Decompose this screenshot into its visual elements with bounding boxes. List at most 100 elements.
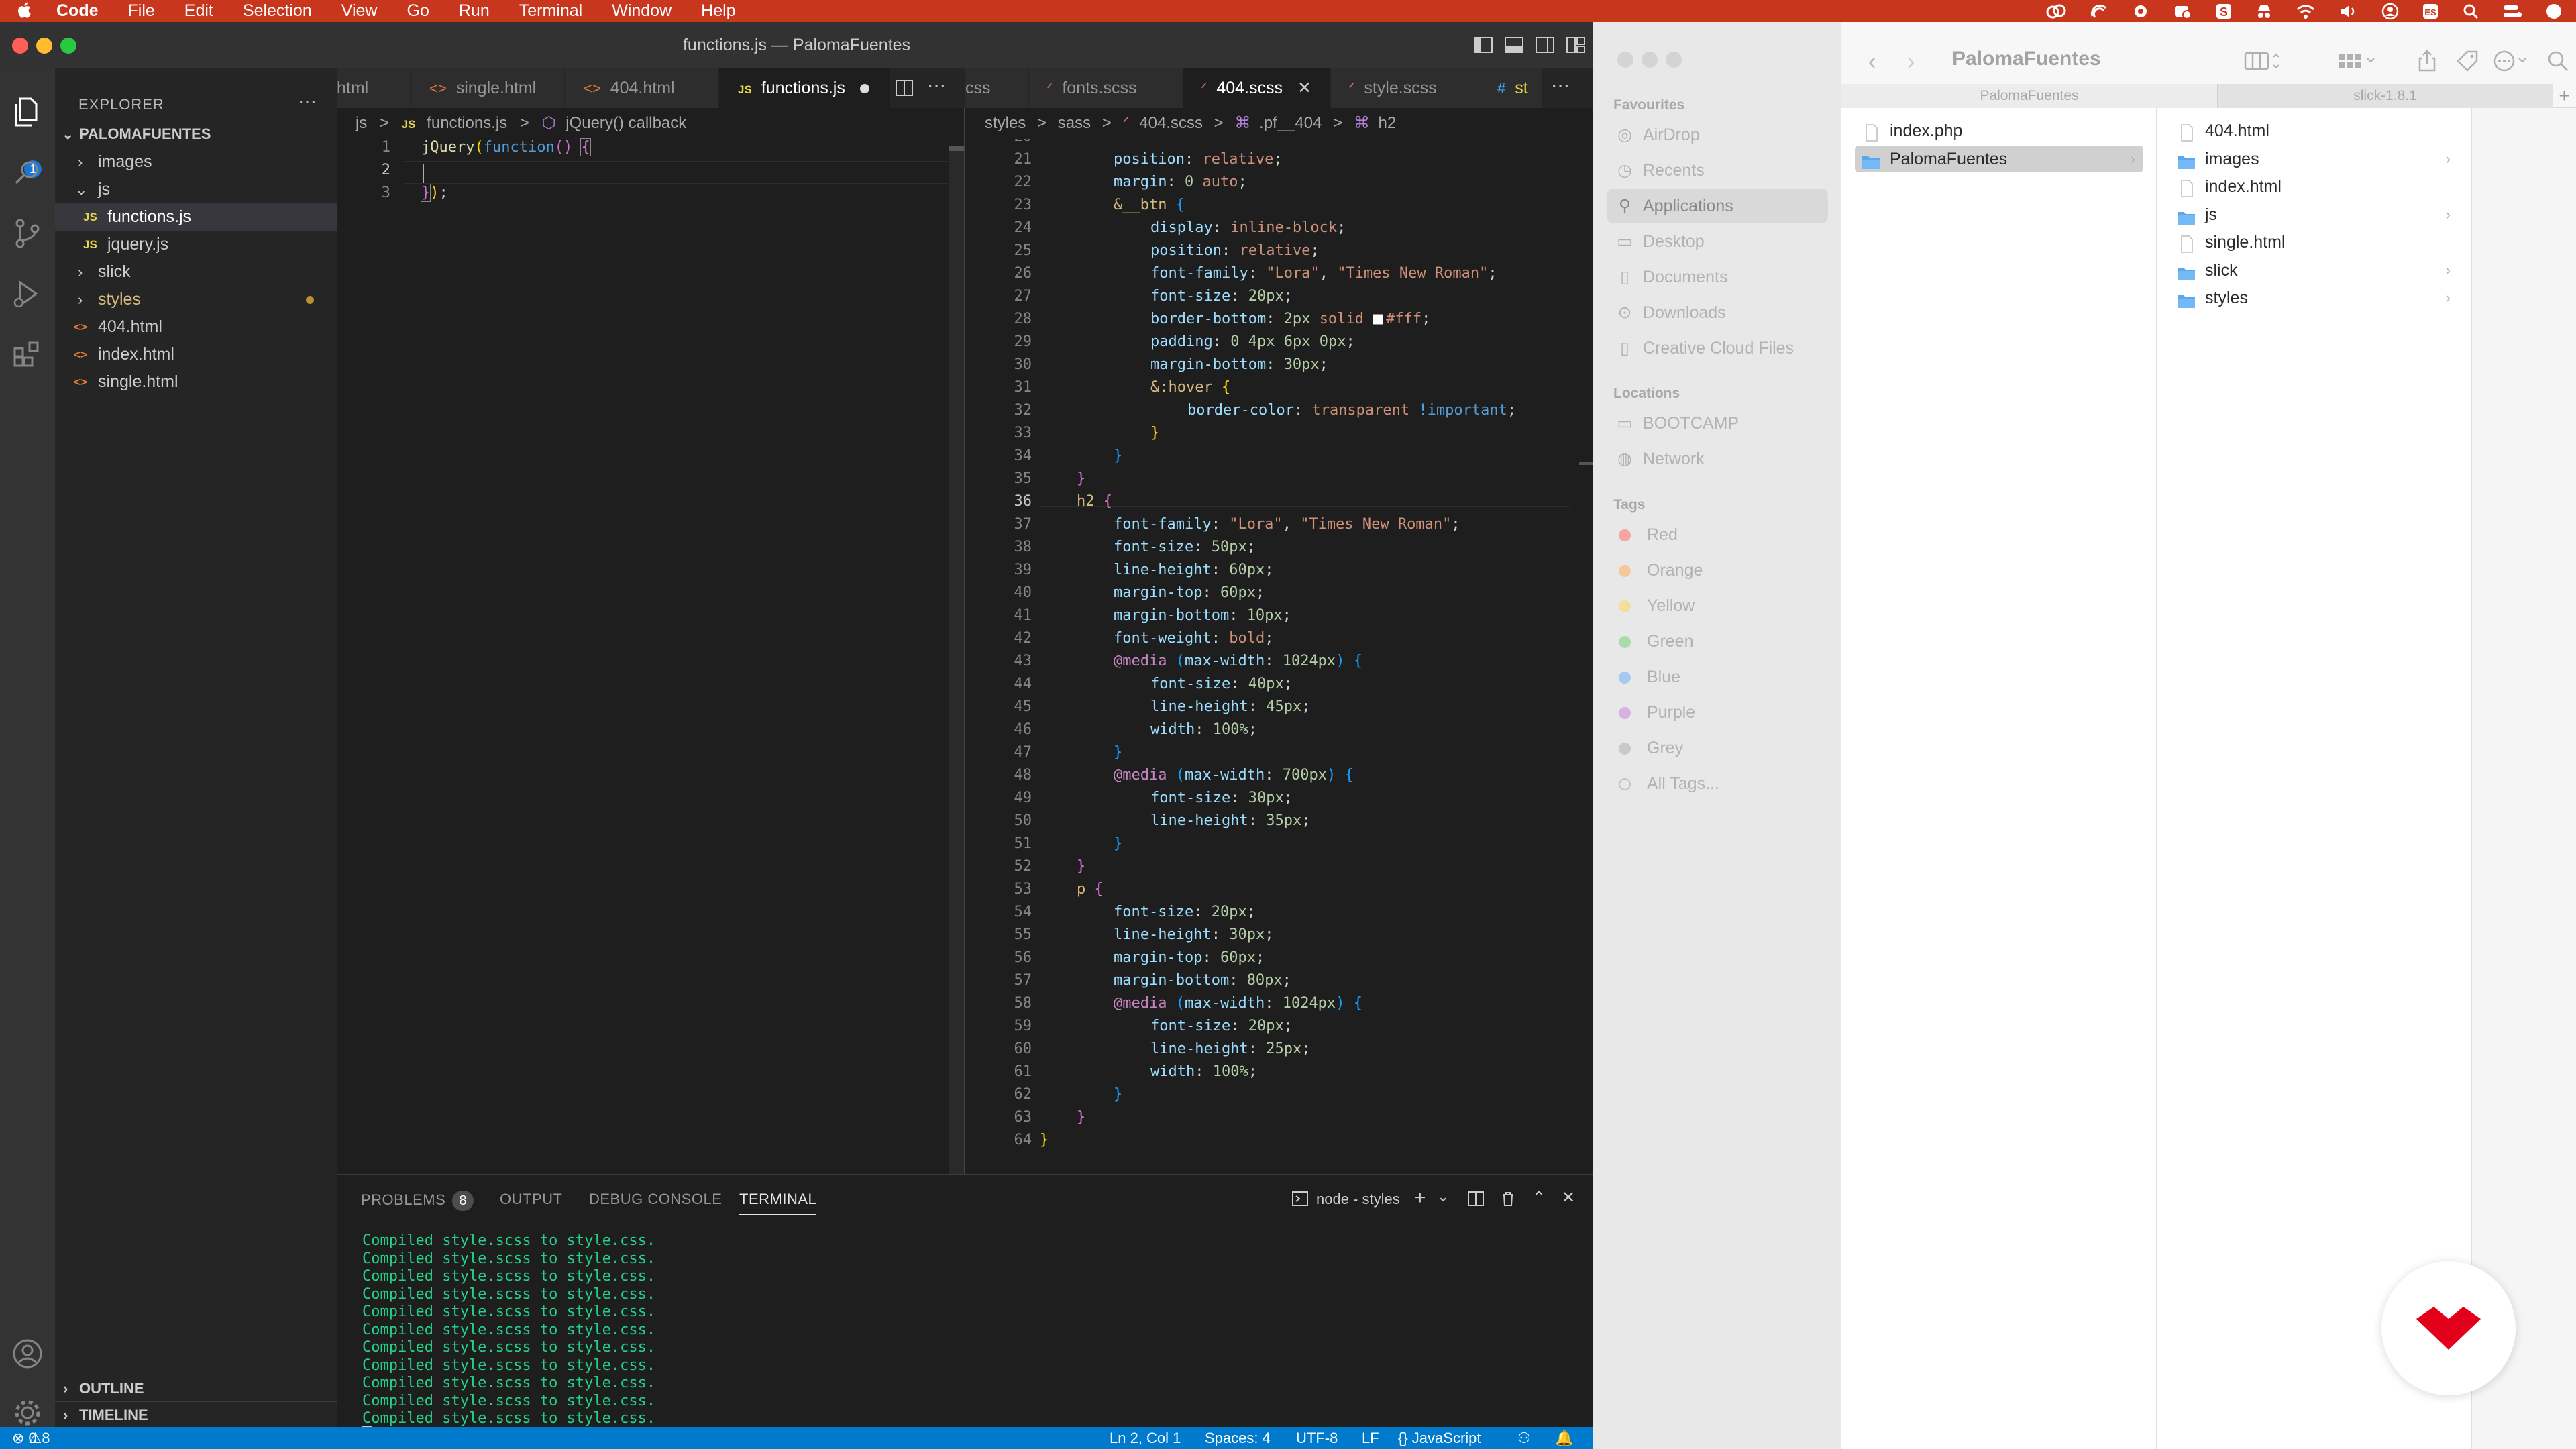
finder-close-button[interactable] [1617,52,1633,68]
tab-single-html[interactable]: <> single.html [411,68,565,108]
finder-zoom-button[interactable] [1666,52,1682,68]
code-editor-functions-js[interactable]: 1 2 3 jQuery(function() { }); [337,138,964,1174]
menu-selection[interactable]: Selection [243,0,312,22]
finder-tab-palomafuentes[interactable]: PalomaFuentes [1841,84,2217,108]
trash-icon[interactable] [1499,1189,1517,1212]
finder-item-styles[interactable]: styles › [2170,284,2459,311]
gear-badge-icon[interactable] [2132,3,2149,20]
tab-404-scss[interactable]: ᐟ 404.scss ✕ [1183,68,1331,108]
sidebar-tag-blue[interactable]: Blue [1607,659,1828,694]
close-panel-icon[interactable]: ✕ [1562,1188,1575,1208]
search-icon[interactable] [2546,49,2570,73]
code-editor-404-scss[interactable]: 2021position: relative;22margin: 0 auto;… [965,139,1594,1174]
settings-gear-icon[interactable] [9,1395,46,1431]
project-folder-row[interactable]: ⌄ PALOMAFUENTES [55,120,337,148]
finder-minimize-button[interactable] [1642,52,1658,68]
group-grid-icon[interactable] [2338,49,2375,73]
spotlight-search-icon[interactable] [2462,3,2479,20]
tree-file-index-html[interactable]: <> index.html [55,341,337,368]
keyboard-input-icon[interactable]: ES [2422,3,2439,20]
tab-style-scss[interactable]: ᐟ style.scss [1331,68,1485,108]
tree-file-functions-js[interactable]: JS functions.js [55,203,337,231]
language-mode[interactable]: {} JavaScript [1398,1427,1481,1449]
editor-more-actions-icon[interactable]: ⋯ [927,74,946,97]
source-control-icon[interactable] [9,215,46,252]
finder-item-index-html[interactable]: index.html [2170,173,2459,200]
tab-css-partial[interactable]: css [965,68,1029,108]
tree-folder-images[interactable]: › images [55,148,337,176]
more-actions-icon[interactable]: ⋯ [298,91,317,113]
menu-go[interactable]: Go [407,0,429,22]
sync-icon[interactable] [2089,3,2109,20]
creative-cloud-icon[interactable] [2046,3,2066,20]
sidebar-item-desktop[interactable]: ▭ Desktop [1607,224,1828,259]
live-share-icon[interactable]: ⚇ [1517,1427,1531,1449]
accounts-icon[interactable] [9,1336,46,1372]
action-more-icon[interactable] [2492,49,2526,73]
finder-item-404-html[interactable]: 404.html [2170,117,2459,144]
encoding-setting[interactable]: UTF-8 [1296,1427,1338,1449]
finder-item-palomafuentes[interactable]: PalomaFuentes › [1855,145,2143,172]
menu-terminal[interactable]: Terminal [519,0,582,22]
tree-file-jquery-js[interactable]: JS jquery.js [55,231,337,258]
split-editor-icon[interactable] [894,77,915,102]
menu-app-name[interactable]: Code [56,0,99,22]
split-terminal-icon[interactable] [1466,1189,1485,1212]
finder-item-slick[interactable]: slick › [2170,257,2459,284]
finder-item-js[interactable]: js › [2170,201,2459,228]
finder-item-single-html[interactable]: single.html [2170,229,2459,256]
toggle-panel-icon[interactable] [1503,34,1525,56]
tab-fonts-scss[interactable]: ᐟ fonts.scss [1029,68,1183,108]
indentation-setting[interactable]: Spaces: 4 [1205,1427,1271,1449]
forward-chevron-icon[interactable]: › [1907,49,1931,74]
script-s-icon[interactable]: S [2215,3,2233,20]
apple-logo-icon[interactable] [15,0,38,23]
new-tab-plus-icon[interactable]: + [2553,84,2576,108]
timeline-section[interactable]: › TIMELINE [55,1401,337,1428]
siri-icon[interactable] [2545,3,2563,20]
puzzle-icon[interactable] [2172,3,2192,20]
menu-edit[interactable]: Edit [184,0,213,22]
menu-file[interactable]: File [128,0,155,22]
sidebar-tag-grey[interactable]: Grey [1607,731,1828,765]
tab-html-partial[interactable]: html [337,68,411,108]
tab-debug-console[interactable]: DEBUG CONSOLE [589,1191,722,1208]
tab-problems[interactable]: PROBLEMS 8 [361,1191,474,1211]
sidebar-tag-orange[interactable]: Orange [1607,553,1828,588]
new-terminal-icon[interactable]: + [1414,1187,1426,1210]
sidebar-item-creative-cloud[interactable]: ▯ Creative Cloud Files [1607,331,1828,366]
terminal-name[interactable]: node - styles [1316,1191,1400,1208]
unsaved-dot-icon[interactable] [859,84,869,93]
finder-item-images[interactable]: images › [2170,146,2459,172]
sidebar-item-documents[interactable]: ▯ Documents [1607,260,1828,294]
tree-folder-js[interactable]: ⌄ js [55,176,337,203]
search-icon[interactable] [9,155,46,191]
tree-folder-styles[interactable]: › styles [55,286,337,313]
left-editor-scrollbar[interactable] [949,146,964,1174]
right-editor-scrollbar-marker[interactable] [1579,462,1594,465]
finder-tab-slick[interactable]: slick-1.8.1 [2217,84,2553,108]
menu-view[interactable]: View [341,0,378,22]
back-chevron-icon[interactable]: ‹ [1868,49,1892,74]
tab-output[interactable]: OUTPUT [500,1191,562,1208]
column-view-icon[interactable] [2244,49,2279,73]
outline-section[interactable]: › OUTLINE [55,1375,337,1401]
explorer-files-icon[interactable] [9,95,46,131]
wifi-icon[interactable] [2296,3,2316,19]
run-debug-icon[interactable] [9,276,46,312]
tree-file-404-html[interactable]: <> 404.html [55,313,337,341]
tab-404-html[interactable]: <> 404.html [565,68,719,108]
volume-icon[interactable] [2339,3,2359,19]
maximize-panel-icon[interactable]: ⌃ [1532,1188,1546,1208]
menu-window[interactable]: Window [612,0,672,22]
terminal-output[interactable]: Compiled style.scss to style.css. Compile… [337,1232,1593,1428]
tab-functions-js[interactable]: JS functions.js [719,68,890,108]
spy-icon[interactable] [2255,3,2273,20]
problems-status[interactable]: ⊗ 0 ⚠ 8 [12,1427,50,1449]
sidebar-tag-red[interactable]: Red [1607,517,1828,552]
sidebar-tag-yellow[interactable]: Yellow [1607,588,1828,623]
sidebar-tag-alltags[interactable]: All Tags... [1607,766,1828,801]
tree-folder-slick[interactable]: › slick [55,258,337,286]
toggle-sidebar-icon[interactable] [1472,34,1494,56]
sidebar-item-downloads[interactable]: ⊙ Downloads [1607,295,1828,330]
